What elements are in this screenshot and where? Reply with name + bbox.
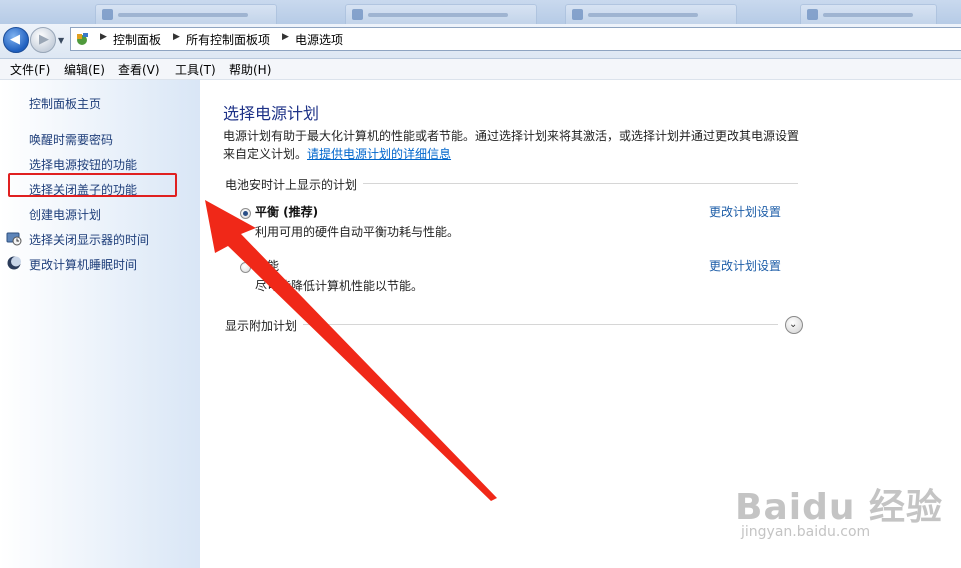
chevron-down-icon: ⌄ (789, 319, 798, 330)
radio-power-saver-plan[interactable] (240, 262, 251, 273)
expand-button[interactable]: ⌄ (785, 316, 803, 334)
breadcrumb-separator-icon[interactable]: ▶ (282, 32, 289, 42)
plan-description: 利用可用的硬件自动平衡功耗与性能。 (255, 225, 460, 239)
tab-icon (352, 9, 363, 20)
tab-icon (807, 9, 818, 20)
forward-arrow-icon: ▶ (39, 32, 49, 47)
menu-file[interactable]: 文件(F) (10, 61, 50, 78)
address-bar[interactable]: ▶ 控制面板 ▶ 所有控制面板项 ▶ 电源选项 (70, 27, 961, 51)
background-tab[interactable] (345, 4, 537, 25)
page-title: 选择电源计划 (223, 104, 320, 123)
back-arrow-icon: ◀ (10, 32, 20, 47)
plan-name: 平衡 (推荐) (255, 205, 319, 219)
watermark-logo: Baidu 经验 (735, 487, 944, 528)
change-plan-settings-link[interactable]: 更改计划设置 (709, 203, 781, 220)
watermark-url: jingyan.baidu.com (741, 524, 871, 540)
breadcrumb-item[interactable]: 电源选项 (295, 31, 343, 48)
page-description: 电源计划有助于最大化计算机的性能或者节能。通过选择计划来将其激活，或选择计划并通… (223, 129, 800, 143)
task-link-display-off[interactable]: 选择关闭显示器的时间 (29, 231, 149, 248)
breadcrumb-separator-icon[interactable]: ▶ (173, 32, 180, 42)
task-link-create-plan[interactable]: 创建电源计划 (29, 206, 101, 223)
menu-view[interactable]: 查看(V) (118, 61, 160, 78)
breadcrumb-item[interactable]: 所有控制面板项 (186, 31, 270, 48)
menu-edit[interactable]: 编辑(E) (64, 61, 105, 78)
background-tab[interactable] (95, 4, 277, 25)
plan-name: 节能 (255, 259, 280, 273)
task-pane (0, 80, 200, 568)
background-tab[interactable] (565, 4, 737, 25)
page-description-line2: 来自定义计划。请提供电源计划的详细信息 (223, 145, 451, 162)
section-divider (300, 183, 798, 184)
description-text: 来自定义计划。 (223, 147, 308, 161)
forward-button[interactable]: ▶ (30, 27, 56, 53)
menu-tools[interactable]: 工具(T) (175, 61, 216, 78)
breadcrumb-item[interactable]: 控制面板 (113, 31, 161, 48)
section-header-more-plans[interactable]: 显示附加计划 (225, 317, 304, 334)
task-link-wake-password[interactable]: 唤醒时需要密码 (29, 131, 113, 148)
tab-icon (572, 9, 583, 20)
control-panel-icon (77, 33, 88, 45)
menu-bar: 文件(F) 编辑(E) 查看(V) 工具(T) 帮助(H) (0, 59, 961, 80)
plan-details-link[interactable]: 请提供电源计划的详细信息 (307, 147, 451, 161)
recent-pages-dropdown-icon[interactable]: ▼ (58, 36, 64, 45)
back-button[interactable]: ◀ (3, 27, 29, 53)
sleep-moon-icon (7, 256, 21, 270)
display-clock-icon (6, 232, 22, 246)
background-tab[interactable] (800, 4, 937, 25)
tab-icon (102, 9, 113, 20)
browser-tab-strip (0, 0, 961, 25)
section-divider (300, 324, 778, 325)
section-header-battery-plans: 电池安时计上显示的计划 (225, 176, 364, 193)
radio-balanced-plan[interactable] (240, 208, 251, 219)
breadcrumb-separator-icon[interactable]: ▶ (100, 32, 107, 42)
task-link-sleep-time[interactable]: 更改计算机睡眠时间 (29, 256, 137, 273)
control-panel-home-link[interactable]: 控制面板主页 (29, 95, 101, 112)
menu-help[interactable]: 帮助(H) (229, 61, 271, 78)
task-link-power-button[interactable]: 选择电源按钮的功能 (29, 156, 137, 173)
plan-description: 尽可能降低计算机性能以节能。 (255, 279, 424, 293)
annotation-highlight-box (8, 173, 177, 197)
change-plan-settings-link[interactable]: 更改计划设置 (709, 257, 781, 274)
